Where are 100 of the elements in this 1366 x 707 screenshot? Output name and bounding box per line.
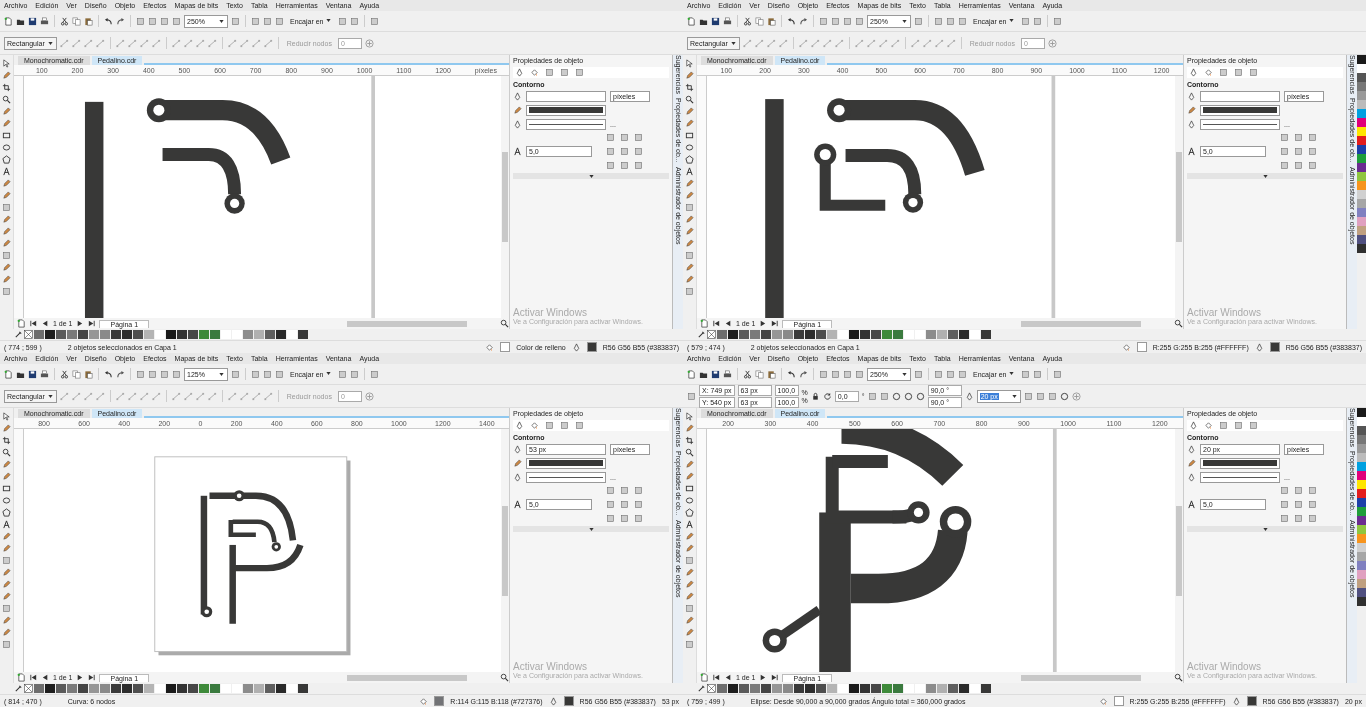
color-swatch[interactable]: [1357, 181, 1366, 190]
vertical-scrollbar[interactable]: [1175, 76, 1183, 318]
square-icon[interactable]: [1308, 161, 1317, 170]
color-swatch[interactable]: [188, 330, 198, 339]
printer-icon[interactable]: [723, 369, 732, 379]
color-swatch[interactable]: [298, 684, 308, 693]
square-icon[interactable]: [545, 68, 554, 77]
color-swatch[interactable]: [1357, 109, 1366, 118]
node-icon[interactable]: [195, 38, 205, 48]
square-icon[interactable]: [1308, 147, 1317, 156]
ellipse-icon[interactable]: [685, 143, 694, 152]
square-icon[interactable]: [914, 369, 923, 379]
color-swatch[interactable]: [56, 330, 66, 339]
square-icon[interactable]: [1053, 16, 1063, 26]
square-icon[interactable]: [685, 287, 694, 296]
color-swatch[interactable]: [1357, 435, 1366, 444]
square-icon[interactable]: [606, 514, 615, 523]
color-swatch[interactable]: [45, 684, 55, 693]
square-icon[interactable]: [1308, 514, 1317, 523]
square-icon[interactable]: [819, 369, 828, 379]
zoom-icon[interactable]: [1174, 673, 1183, 682]
node-icon[interactable]: [946, 38, 956, 48]
square-icon[interactable]: [370, 369, 380, 379]
color-swatch[interactable]: [177, 330, 187, 339]
copy-icon[interactable]: [72, 16, 81, 26]
color-swatch[interactable]: [1357, 561, 1366, 570]
square-icon[interactable]: [2, 640, 11, 649]
color-swatch[interactable]: [111, 684, 121, 693]
square-icon[interactable]: [620, 486, 629, 495]
node-icon[interactable]: [207, 38, 217, 48]
square-icon[interactable]: [1308, 486, 1317, 495]
square-icon[interactable]: [231, 16, 240, 26]
fill-bucket-icon[interactable]: [1204, 68, 1213, 77]
color-swatch[interactable]: [926, 330, 936, 339]
crop-icon[interactable]: [685, 436, 694, 445]
square-icon[interactable]: [1280, 147, 1289, 156]
square-icon[interactable]: [687, 391, 696, 401]
color-swatch[interactable]: [915, 330, 925, 339]
first-page-icon[interactable]: [29, 673, 38, 682]
square-icon[interactable]: [634, 147, 643, 156]
node-icon[interactable]: [878, 38, 888, 48]
square-icon[interactable]: [1219, 421, 1228, 430]
color-swatch[interactable]: [1357, 444, 1366, 453]
square-icon[interactable]: [338, 16, 348, 26]
node-icon[interactable]: [151, 391, 161, 401]
color-swatch[interactable]: [794, 684, 804, 693]
plus-icon[interactable]: [364, 38, 374, 48]
color-swatch[interactable]: [155, 330, 165, 339]
color-swatch[interactable]: [210, 330, 220, 339]
color-swatch[interactable]: [717, 330, 727, 339]
square-icon[interactable]: [1021, 16, 1031, 26]
color-swatch[interactable]: [805, 330, 815, 339]
color-swatch[interactable]: [1357, 91, 1366, 100]
node-icon[interactable]: [59, 391, 69, 401]
square-icon[interactable]: [2, 251, 11, 260]
square-icon[interactable]: [160, 16, 169, 26]
square-icon[interactable]: [855, 369, 864, 379]
cross-icon[interactable]: [24, 330, 33, 339]
color-swatch[interactable]: [144, 684, 154, 693]
color-swatch[interactable]: [728, 684, 738, 693]
color-swatch[interactable]: [1357, 480, 1366, 489]
color-swatch[interactable]: [959, 684, 969, 693]
zoom-icon[interactable]: [500, 673, 509, 682]
color-swatch[interactable]: [67, 684, 77, 693]
color-swatch[interactable]: [122, 684, 132, 693]
square-icon[interactable]: [2, 287, 11, 296]
color-swatch[interactable]: [816, 330, 826, 339]
color-swatch[interactable]: [1357, 208, 1366, 217]
square-icon[interactable]: [606, 486, 615, 495]
first-page-icon[interactable]: [712, 319, 721, 328]
square-icon[interactable]: [946, 369, 955, 379]
node-icon[interactable]: [766, 38, 776, 48]
color-swatch[interactable]: [838, 330, 848, 339]
circle-icon[interactable]: [1059, 391, 1069, 401]
node-icon[interactable]: [910, 38, 920, 48]
color-swatch[interactable]: [893, 684, 903, 693]
node-icon[interactable]: [83, 391, 93, 401]
pen-nib-icon[interactable]: [515, 68, 524, 77]
color-swatch[interactable]: [871, 330, 881, 339]
color-swatch[interactable]: [1357, 498, 1366, 507]
square-icon[interactable]: [620, 133, 629, 142]
printer-icon[interactable]: [40, 369, 49, 379]
node-icon[interactable]: [890, 38, 900, 48]
first-page-icon[interactable]: [29, 319, 38, 328]
square-icon[interactable]: [1308, 133, 1317, 142]
text-icon[interactable]: [2, 167, 11, 176]
node-icon[interactable]: [239, 38, 249, 48]
square-icon[interactable]: [275, 369, 284, 379]
pointer-icon[interactable]: [685, 412, 694, 421]
square-icon[interactable]: [1021, 369, 1031, 379]
color-swatch[interactable]: [100, 330, 110, 339]
color-swatch[interactable]: [1357, 73, 1366, 82]
square-icon[interactable]: [2, 556, 11, 565]
color-swatch[interactable]: [265, 684, 275, 693]
square-icon[interactable]: [620, 500, 629, 509]
color-swatch[interactable]: [849, 330, 859, 339]
square-icon[interactable]: [685, 640, 694, 649]
node-icon[interactable]: [239, 391, 249, 401]
color-swatch[interactable]: [1357, 453, 1366, 462]
eyedropper-icon[interactable]: [697, 684, 706, 693]
